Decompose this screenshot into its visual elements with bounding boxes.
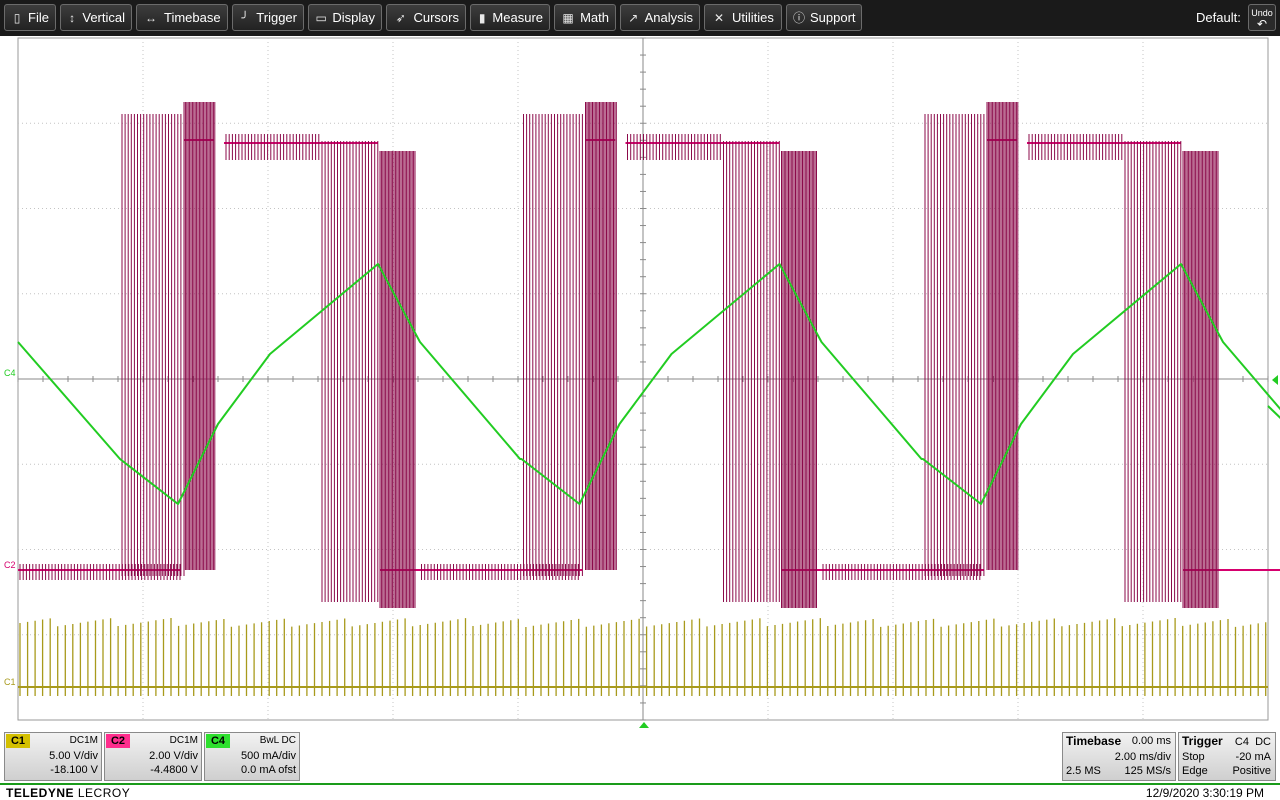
brand-bold: TELEDYNE xyxy=(6,786,75,800)
trigger-source: C4 xyxy=(1234,736,1249,748)
support-menu-button[interactable]: ⓘ Support xyxy=(786,4,862,31)
trigger-type: Edge xyxy=(1182,765,1208,777)
menu-bar: ▯ File ↕ Vertical ↔ Timebase ╯ Trigger ▭ Disp… xyxy=(0,0,1280,36)
trigger-position-marker[interactable] xyxy=(639,722,649,728)
c2-switching-burst xyxy=(19,102,416,608)
cursors-menu-button[interactable]: ➶ Cursors xyxy=(386,4,466,31)
measure-menu-button[interactable]: ▮ Measure xyxy=(470,4,550,31)
math-menu-button[interactable]: ▦ Math xyxy=(554,4,616,31)
trigger-coupling: DC xyxy=(1255,736,1271,748)
timebase-scale: 2.00 ms/div xyxy=(1114,751,1171,763)
c2-coupling: DC1M xyxy=(169,735,198,746)
c2-trace xyxy=(18,102,1280,608)
chart-icon: ↗ xyxy=(628,10,639,25)
c2-scale: 2.00 V/div xyxy=(149,750,198,762)
undo-arrow-icon: ↶ xyxy=(1256,17,1268,31)
c1-descriptor[interactable]: C1 DC1M 5.00 V/div -18.100 V xyxy=(4,732,102,781)
vertical-menu-button[interactable]: ↕ Vertical xyxy=(60,4,132,31)
tools-icon: ✕ xyxy=(713,10,725,25)
channel-descriptor-bar: C1 DC1M 5.00 V/div -18.100 V C2 DC1M 2.0… xyxy=(0,729,1280,783)
c2-switching-burst xyxy=(822,102,1219,608)
clipboard-icon: ▯ xyxy=(13,10,21,25)
info-icon: ⓘ xyxy=(793,11,806,25)
c1-ground-marker: C1 xyxy=(4,677,16,687)
file-menu-button[interactable]: ▯ File xyxy=(4,4,56,31)
timebase-title: Timebase xyxy=(1066,734,1122,748)
timebase-sample-rate: 125 MS/s xyxy=(1124,765,1171,777)
trigger-level-marker[interactable] xyxy=(1272,375,1278,385)
trigger-mode: Stop xyxy=(1182,751,1205,763)
waveform-display[interactable]: C4 C2 C1 xyxy=(0,36,1280,729)
trigger-level: -20 mA xyxy=(1235,751,1271,763)
cursor-icon: ➶ xyxy=(395,10,406,25)
c2-ground-marker: C2 xyxy=(4,560,16,570)
calculator-icon: ▦ xyxy=(562,10,574,25)
analysis-menu-button[interactable]: ↗ Analysis xyxy=(620,4,700,31)
c4-tag: C4 xyxy=(206,734,230,748)
undo-button[interactable]: Undo ↶ xyxy=(1248,4,1276,31)
measure-icon: ▮ xyxy=(478,10,486,25)
c1-coupling: DC1M xyxy=(69,735,98,746)
timebase-delay: 0.00 ms xyxy=(1131,735,1171,747)
c4-descriptor[interactable]: C4 BwL DC 500 mA/div 0.0 mA ofst xyxy=(204,732,300,781)
c2-offset: -4.4800 V xyxy=(150,764,198,776)
horizontal-arrows-icon: ↔ xyxy=(145,10,157,25)
c2-tag: C2 xyxy=(106,734,130,748)
c2-descriptor[interactable]: C2 DC1M 2.00 V/div -4.4800 V xyxy=(104,732,202,781)
display-menu-button[interactable]: ▭ Display xyxy=(308,4,382,31)
trigger-slope: Positive xyxy=(1232,765,1271,777)
c1-offset: -18.100 V xyxy=(50,764,98,776)
trigger-title: Trigger xyxy=(1182,734,1223,748)
status-bar: TELEDYNE LECROY 12/9/2020 3:30:19 PM xyxy=(0,783,1280,800)
vertical-arrows-icon: ↕ xyxy=(69,10,76,25)
utilities-menu-button[interactable]: ✕ Utilities xyxy=(704,4,782,31)
timebase-samples: 2.5 MS xyxy=(1066,765,1101,777)
trigger-icon: ╯ xyxy=(241,10,249,25)
c4-coupling: BwL DC xyxy=(259,735,296,746)
monitor-icon: ▭ xyxy=(315,10,327,25)
trigger-descriptor[interactable]: Trigger C4 DC Stop -20 mA Edge Positive xyxy=(1178,732,1276,781)
timebase-descriptor[interactable]: Timebase 0.00 ms 2.00 ms/div 2.5 MS 125 … xyxy=(1062,732,1176,781)
brand-thin: LECROY xyxy=(77,786,131,800)
c1-scale: 5.00 V/div xyxy=(49,750,98,762)
waveform-grid[interactable]: C4 C2 C1 xyxy=(0,36,1280,729)
c2-switching-burst xyxy=(421,102,817,608)
default-setup-label: Default: xyxy=(1196,10,1241,25)
trigger-menu-button[interactable]: ╯ Trigger xyxy=(232,4,304,31)
trigger-source-coupling: C4 DC xyxy=(1235,736,1271,748)
c4-offset: 0.0 mA ofst xyxy=(240,764,296,776)
c1-tag: C1 xyxy=(6,734,30,748)
c4-ground-marker: C4 xyxy=(4,368,16,378)
c4-scale: 500 mA/div xyxy=(240,750,296,762)
timebase-menu-button[interactable]: ↔ Timebase xyxy=(136,4,228,31)
date-time: 12/9/2020 3:30:19 PM xyxy=(1145,786,1264,800)
brand-logo: TELEDYNE LECROY xyxy=(6,786,130,800)
